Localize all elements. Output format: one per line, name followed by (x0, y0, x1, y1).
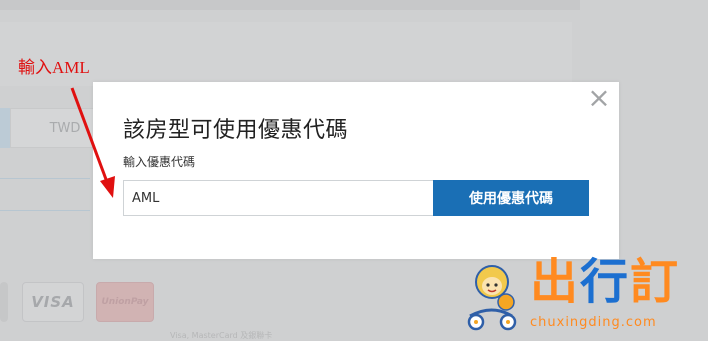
watermark-brand: 出行訂 (530, 254, 680, 310)
brand-char: 訂 (630, 254, 681, 310)
brand-char: 行 (580, 254, 631, 310)
mascot-logo-icon (467, 265, 517, 331)
brand-char: 出 (530, 254, 581, 310)
watermark-url: chuxingding.com (530, 315, 657, 330)
